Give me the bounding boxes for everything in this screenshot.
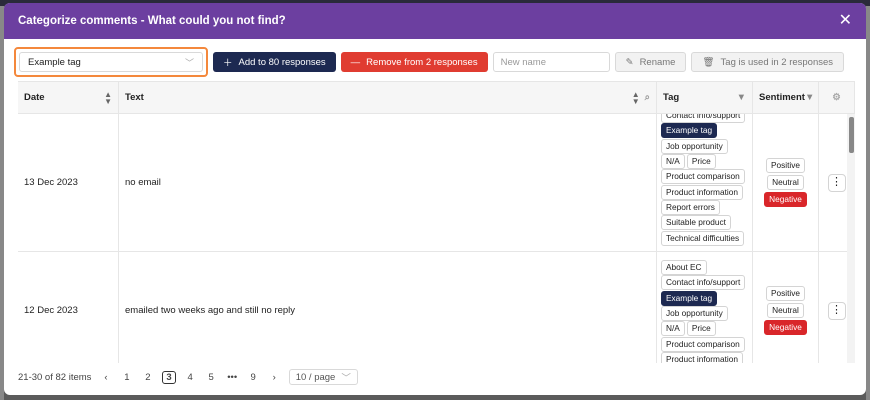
tag-chip[interactable]: Job opportunity <box>661 138 728 154</box>
date-cell: 13 Dec 2023 <box>18 114 119 251</box>
scrollbar-thumb[interactable] <box>849 117 854 153</box>
sort-icon[interactable]: ▲ ▼ <box>104 90 112 105</box>
header-sentiment-label: Sentiment <box>759 92 805 103</box>
tag-chip[interactable]: Product comparison <box>661 169 745 185</box>
header-date[interactable]: Date ▲ ▼ <box>18 82 119 113</box>
sentiment-chip-selected[interactable]: Negative <box>764 320 807 335</box>
table-row: 12 Dec 2023 emailed two weeks ago and st… <box>18 252 855 363</box>
date-cell: 12 Dec 2023 <box>18 252 119 363</box>
tag-chip[interactable]: Product information <box>661 184 743 200</box>
gear-icon[interactable]: ⚙ <box>832 92 841 103</box>
header-settings[interactable]: ⚙ <box>819 82 855 113</box>
header-sentiment[interactable]: Sentiment ▼ <box>753 82 819 113</box>
search-icon[interactable]: ⌕ <box>645 92 650 103</box>
header-tag[interactable]: Tag ▼ <box>657 82 753 113</box>
page-link[interactable]: 4 <box>184 372 197 383</box>
tag-chip[interactable]: Technical difficulties <box>661 230 745 246</box>
table-header: Date ▲ ▼ Text ▲ ▼ ⌕ Tag ▼ Sentiment ▼ ⚙ <box>18 82 855 114</box>
chevron-down-icon: ﹀ <box>341 373 351 384</box>
page-size-value: 10 / page <box>295 371 336 383</box>
chevron-left-icon[interactable]: ‹ <box>99 372 112 383</box>
add-button-label: Add to 80 responses <box>238 56 326 68</box>
text-cell: emailed two weeks ago and still no reply <box>119 252 657 363</box>
page-ellipsis[interactable]: ••• <box>226 372 239 383</box>
tag-chip[interactable]: N/A <box>661 321 685 337</box>
tag-cell: About EC Contact info/support Example ta… <box>657 252 753 363</box>
page-link[interactable]: 5 <box>205 372 218 383</box>
tag-select-inner[interactable]: Example tag ﹀ <box>19 52 203 72</box>
remove-button-label: Remove from 2 responses <box>366 56 478 68</box>
pagination-range: 21-30 of 82 items <box>18 371 92 383</box>
sentiment-chip[interactable]: Neutral <box>767 303 804 318</box>
page-size-select[interactable]: 10 / page ﹀ <box>288 369 358 385</box>
close-icon[interactable]: ✕ <box>839 13 852 29</box>
toolbar: Example tag ﹀ ＋ Add to 80 responses — Re… <box>4 39 866 85</box>
filter-icon[interactable]: ▼ <box>805 92 814 103</box>
new-name-input[interactable]: New name <box>492 52 610 72</box>
sentiment-chip[interactable]: Positive <box>765 286 806 301</box>
filter-icon[interactable]: ▼ <box>737 92 746 103</box>
tag-chip[interactable]: Contact info/support <box>661 275 746 291</box>
trash-icon: 🗑 <box>702 56 715 68</box>
sentiment-cell: Positive Neutral Negative <box>753 114 819 251</box>
sentiment-chip-selected[interactable]: Negative <box>764 192 807 207</box>
background-edge-right <box>866 6 870 400</box>
sentiment-chip[interactable]: Positive <box>765 158 806 173</box>
tag-chip-selected[interactable]: Example tag <box>661 123 718 139</box>
tag-chip[interactable]: Product comparison <box>661 336 745 352</box>
remove-from-responses-button[interactable]: — Remove from 2 responses <box>340 52 488 72</box>
sort-icon[interactable]: ▲ ▼ <box>632 90 640 105</box>
tag-chip[interactable]: N/A <box>661 154 685 170</box>
sentiment-cell: Positive Neutral Negative <box>753 252 819 363</box>
tag-chip[interactable]: Suitable product <box>661 215 731 231</box>
tag-select-value: Example tag <box>28 56 81 68</box>
modal-title: Categorize comments - What could you not… <box>18 15 286 27</box>
table-row: 13 Dec 2023 no email Contact info/suppor… <box>18 114 855 252</box>
tag-chip-selected[interactable]: Example tag <box>661 290 718 306</box>
plus-icon: ＋ <box>223 58 233 69</box>
tag-chip[interactable]: Job opportunity <box>661 306 728 322</box>
header-tag-label: Tag <box>663 92 680 103</box>
sentiment-chip[interactable]: Neutral <box>767 175 804 190</box>
more-options-icon[interactable]: ⋮ <box>827 173 846 192</box>
tag-chip[interactable]: Report errors <box>661 199 720 215</box>
rename-button[interactable]: ✎ Rename <box>614 52 687 72</box>
comments-table: Date ▲▼ Text ▲▼ ⌕ Tag ▼ Sentiment ▼ ⚙ <box>18 81 855 363</box>
rename-button-label: Rename <box>639 56 676 68</box>
chevron-down-icon: ﹀ <box>184 57 194 68</box>
page-link-current[interactable]: 3 <box>162 370 176 384</box>
tag-chip[interactable]: Price <box>686 321 716 337</box>
categorize-modal: Categorize comments - What could you not… <box>4 3 866 395</box>
header-text[interactable]: Text ▲ ▼ ⌕ <box>119 82 657 113</box>
header-text-label: Text <box>125 92 144 103</box>
page-link[interactable]: 9 <box>247 372 260 383</box>
tag-used-button[interactable]: 🗑 Tag is used in 2 responses <box>691 52 845 72</box>
tag-chip[interactable]: Price <box>686 154 716 170</box>
tag-chip[interactable]: About EC <box>661 260 707 276</box>
tag-select[interactable]: Example tag ﹀ <box>14 47 208 77</box>
modal-header: Categorize comments - What could you not… <box>4 3 866 39</box>
pagination: 21-30 of 82 items ‹ 1 2 3 4 5 ••• 9 › 10… <box>18 367 358 387</box>
tag-cell: Contact info/support Example tag Job opp… <box>657 114 753 251</box>
header-date-label: Date <box>24 92 45 103</box>
chevron-right-icon[interactable]: › <box>268 372 281 383</box>
tag-used-label: Tag is used in 2 responses <box>720 56 834 68</box>
page-link[interactable]: 1 <box>120 372 133 383</box>
tag-chip[interactable]: Product information <box>661 351 743 363</box>
add-to-responses-button[interactable]: ＋ Add to 80 responses <box>213 52 336 72</box>
text-cell: no email <box>119 114 657 251</box>
page-link[interactable]: 2 <box>141 372 154 383</box>
more-options-icon[interactable]: ⋮ <box>827 301 846 320</box>
pencil-icon: ✎ <box>625 56 634 68</box>
minus-icon: — <box>350 56 361 68</box>
tag-chip[interactable]: Contact info/support <box>661 114 746 124</box>
